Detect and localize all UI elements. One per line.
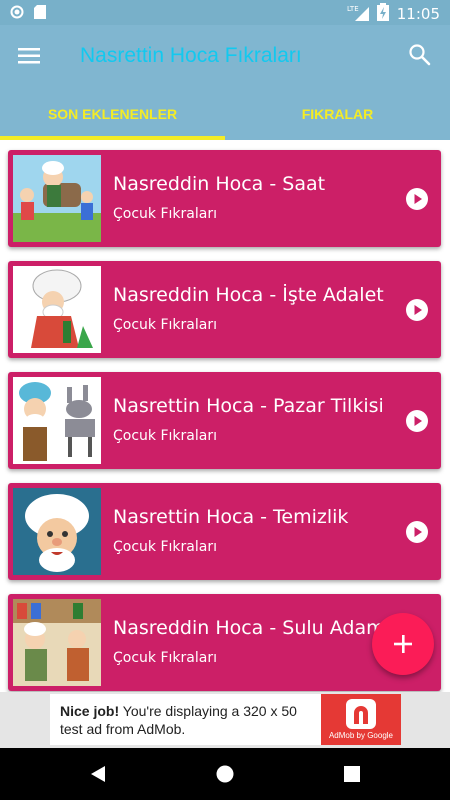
story-title: Nasrettin Hoca - Temizlik (113, 506, 349, 528)
ad-text: Nice job! You're displaying a 320 x 50 t… (60, 702, 320, 738)
play-icon[interactable] (405, 298, 429, 322)
story-thumbnail (13, 488, 101, 575)
admob-logo: AdMob by Google (321, 694, 401, 745)
battery-charging-icon (376, 3, 389, 25)
story-thumbnail (13, 599, 101, 686)
status-bar: LTE 11:05 (0, 0, 450, 25)
search-icon[interactable] (408, 43, 434, 69)
recents-icon[interactable] (340, 762, 364, 786)
sd-card-icon (34, 5, 46, 24)
play-icon[interactable] (405, 409, 429, 433)
story-thumbnail (13, 266, 101, 353)
plus-icon (394, 635, 412, 653)
story-title: Nasreddin Hoca - İşte Adalet (113, 284, 384, 306)
story-title: Nasrettin Hoca - Pazar Tilkisi (113, 395, 384, 417)
navigation-bar (0, 748, 450, 800)
story-category: Çocuk Fıkraları (113, 317, 217, 333)
home-icon[interactable] (213, 762, 237, 786)
add-fab-button[interactable] (372, 613, 434, 675)
hamburger-menu-icon[interactable] (18, 45, 44, 69)
back-icon[interactable] (86, 762, 110, 786)
tab-bar: SON EKLENENLER FIKRALAR (0, 89, 450, 140)
app-bar: Nasrettin Hoca Fıkraları (0, 25, 450, 89)
admob-logo-icon (346, 699, 376, 729)
story-category: Çocuk Fıkraları (113, 539, 217, 555)
story-card[interactable]: Nasrettin Hoca - Pazar Tilkisi Çocuk Fık… (8, 372, 441, 469)
story-card[interactable]: Nasrettin Hoca - Temizlik Çocuk Fıkralar… (8, 483, 441, 580)
admob-logo-text: AdMob by Google (328, 731, 394, 740)
play-icon[interactable] (405, 187, 429, 211)
story-list[interactable]: Nasreddin Hoca - Saat Çocuk Fıkraları Na… (0, 140, 450, 692)
tab-fikralar[interactable]: FIKRALAR (225, 89, 450, 140)
ad-headline: Nice job! (60, 703, 120, 719)
story-title: Nasreddin Hoca - Saat (113, 173, 326, 195)
app-title: Nasrettin Hoca Fıkraları (80, 44, 302, 67)
lte-signal-icon: LTE (347, 3, 369, 25)
story-category: Çocuk Fıkraları (113, 206, 217, 222)
tab-son-eklenenler[interactable]: SON EKLENENLER (0, 89, 225, 140)
story-thumbnail (13, 377, 101, 464)
story-category: Çocuk Fıkraları (113, 428, 217, 444)
play-icon[interactable] (405, 520, 429, 544)
admob-test-ad[interactable]: Nice job! You're displaying a 320 x 50 t… (50, 694, 401, 745)
story-card[interactable]: Nasreddin Hoca - Saat Çocuk Fıkraları (8, 150, 441, 247)
ad-banner-area: Nice job! You're displaying a 320 x 50 t… (0, 692, 450, 748)
story-title: Nasreddin Hoca - Sulu Adam (113, 617, 385, 639)
story-card[interactable]: Nasreddin Hoca - İşte Adalet Çocuk Fıkra… (8, 261, 441, 358)
story-category: Çocuk Fıkraları (113, 650, 217, 666)
status-time: 11:05 (396, 5, 440, 23)
notification-circle-icon (10, 5, 24, 24)
story-thumbnail (13, 155, 101, 242)
svg-text:LTE: LTE (347, 5, 359, 13)
